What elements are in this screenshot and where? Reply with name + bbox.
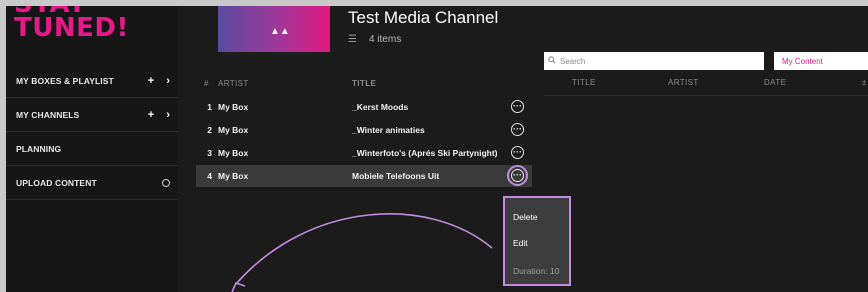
- menu-item-delete[interactable]: Delete: [513, 212, 538, 222]
- row-artist: My Box: [218, 125, 249, 135]
- channel-cover-image: ▲▲: [218, 6, 330, 52]
- row-artist: My Box: [218, 171, 249, 181]
- row-title: Mobiele Telefoons Uit: [352, 171, 440, 181]
- sidebar-item-label: PLANNING: [16, 143, 62, 154]
- sidebar-item-label: UPLOAD CONTENT: [16, 177, 97, 188]
- more-options-icon[interactable]: ···: [511, 146, 524, 159]
- plus-icon[interactable]: +: [148, 109, 155, 121]
- row-number: 3: [207, 148, 212, 158]
- table-row-selected[interactable]: 4 My Box Mobiele Telefoons Uit ···: [196, 165, 532, 187]
- context-menu: Delete Edit Duration: 10: [503, 196, 571, 286]
- sidebar-item-my-channels[interactable]: MY CHANNELS + ›: [6, 98, 178, 132]
- sidebar-actions: [162, 166, 170, 199]
- sidebar-item-label: MY BOXES & PLAYLIST: [16, 75, 114, 86]
- column-header-number: #: [204, 78, 209, 88]
- menu-item-edit[interactable]: Edit: [513, 238, 528, 248]
- logo-line-2: TUNED!: [14, 13, 129, 43]
- row-artist: My Box: [218, 148, 249, 158]
- search-input[interactable]: Search: [544, 52, 764, 70]
- more-options-icon[interactable]: ···: [511, 123, 524, 136]
- channel-meta: ☰ 4 items: [348, 34, 401, 45]
- menu-item-duration: Duration: 10: [513, 266, 560, 276]
- row-artist: My Box: [218, 102, 249, 112]
- column-header-date[interactable]: DATE: [764, 78, 786, 87]
- row-number: 4: [207, 171, 212, 181]
- sidebar-item-upload-content[interactable]: UPLOAD CONTENT: [6, 166, 178, 200]
- logo: STAY TUNED!: [14, 6, 129, 43]
- row-title: _Kerst Moods: [352, 102, 409, 112]
- column-header-artist[interactable]: ARTIST: [218, 74, 249, 92]
- sidebar: STAY TUNED! MY BOXES & PLAYLIST + › MY C…: [6, 6, 178, 292]
- channel-logo-icon: ▲▲: [270, 26, 290, 37]
- row-number: 2: [207, 125, 212, 135]
- sidebar-item-planning[interactable]: PLANNING: [6, 132, 178, 166]
- channel-title: Test Media Channel: [348, 8, 499, 27]
- chevron-right-icon[interactable]: ›: [166, 75, 170, 87]
- sidebar-item-my-boxes[interactable]: MY BOXES & PLAYLIST + ›: [6, 64, 178, 98]
- app-window: STAY TUNED! MY BOXES & PLAYLIST + › MY C…: [6, 6, 868, 292]
- table-row[interactable]: 3 My Box _Winterfoto's (Aprés Ski Partyn…: [196, 142, 532, 164]
- plus-icon[interactable]: +: [148, 75, 155, 87]
- sidebar-actions: + ›: [148, 64, 170, 97]
- divider: [544, 95, 868, 96]
- content-table-header: TITLE ARTIST DATE ±: [544, 78, 868, 96]
- playlist-header: # ARTIST TITLE: [196, 74, 532, 92]
- table-row[interactable]: 1 My Box _Kerst Moods ···: [196, 96, 532, 118]
- item-count: 4 items: [368, 34, 402, 45]
- upload-status-icon: [162, 178, 170, 187]
- column-header-title[interactable]: TITLE: [572, 78, 596, 87]
- sidebar-item-label: MY CHANNELS: [16, 109, 80, 120]
- chevron-right-icon[interactable]: ›: [166, 109, 170, 121]
- row-title: _Winterfoto's (Aprés Ski Partynight): [352, 148, 498, 158]
- search-icon: [548, 56, 556, 66]
- list-icon: ☰: [348, 34, 357, 45]
- content-filter-select[interactable]: My Content: [774, 52, 868, 70]
- column-header-artist[interactable]: ARTIST: [668, 78, 699, 87]
- sidebar-actions: + ›: [148, 98, 170, 131]
- row-number: 1: [207, 102, 212, 112]
- column-header-title[interactable]: TITLE: [352, 74, 376, 92]
- table-row[interactable]: 2 My Box _Winter animaties ···: [196, 119, 532, 141]
- more-options-icon[interactable]: ···: [507, 165, 528, 186]
- row-title: _Winter animaties: [352, 125, 425, 135]
- more-options-icon[interactable]: ···: [511, 100, 524, 113]
- upload-icon[interactable]: ±: [862, 78, 867, 87]
- search-placeholder: Search: [560, 56, 586, 66]
